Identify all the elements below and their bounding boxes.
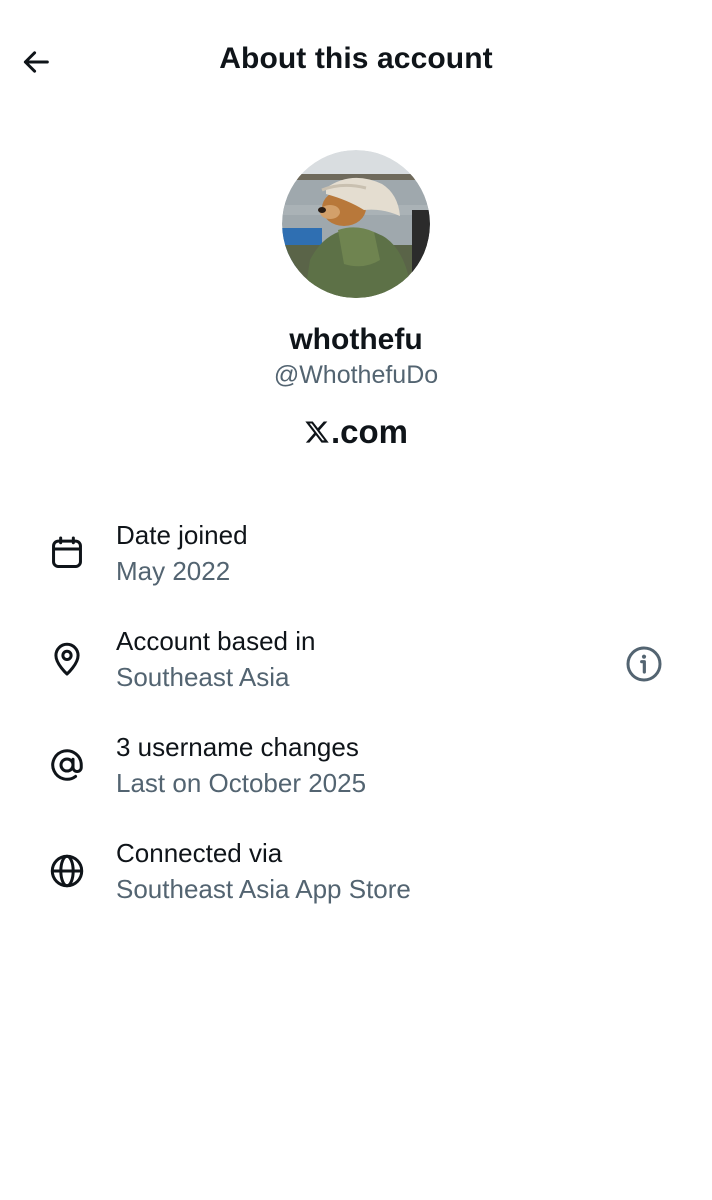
info-icon xyxy=(626,646,662,682)
location-pin-icon xyxy=(46,638,88,680)
avatar[interactable] xyxy=(282,150,430,298)
detail-row-username-changes: 3 username changes Last on October 2025 xyxy=(0,726,712,832)
calendar-icon xyxy=(46,532,88,574)
profile-section: whothefu @WhothefuDo .com xyxy=(0,150,712,452)
username-handle: @WhothefuDo xyxy=(273,361,439,389)
detail-row-date-joined: Date joined May 2022 xyxy=(0,514,712,620)
detail-row-account-based-in: Account based in Southeast Asia xyxy=(0,620,712,726)
account-details: Date joined May 2022 Account based in So… xyxy=(0,514,712,938)
detail-value: Southeast Asia App Store xyxy=(116,874,411,904)
detail-value: Last on October 2025 xyxy=(116,768,367,798)
detail-title: Date joined xyxy=(116,520,248,550)
globe-icon xyxy=(46,850,88,892)
detail-value: Southeast Asia xyxy=(116,662,290,692)
display-name: whothefu xyxy=(289,323,423,356)
site-label: .com xyxy=(0,412,712,452)
x-logo-icon xyxy=(305,421,329,443)
detail-title: Account based in xyxy=(116,626,316,656)
page-title: About this account xyxy=(219,42,493,75)
detail-title: 3 username changes xyxy=(116,732,359,762)
detail-value: May 2022 xyxy=(116,556,231,586)
header: About this account xyxy=(0,0,712,126)
at-sign-icon xyxy=(46,744,88,786)
detail-title: Connected via xyxy=(116,838,283,868)
site-suffix: .com xyxy=(330,413,409,450)
detail-row-connected-via: Connected via Southeast Asia App Store xyxy=(0,832,712,938)
info-button[interactable] xyxy=(622,642,666,686)
